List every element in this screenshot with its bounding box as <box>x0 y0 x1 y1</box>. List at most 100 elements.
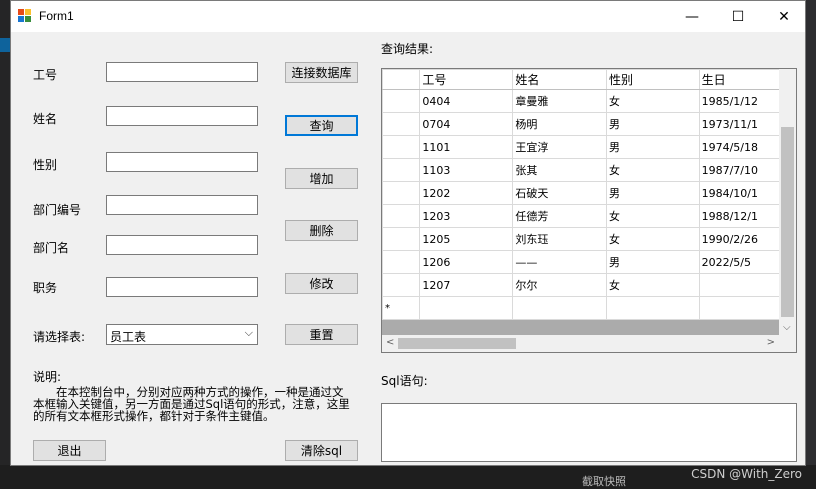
cell-gender[interactable]: 女 <box>606 204 700 228</box>
sql-label: Sql语句: <box>381 374 428 388</box>
app-icon <box>18 9 32 23</box>
modify-button[interactable]: 修改 <box>285 273 358 294</box>
cell-name[interactable] <box>512 296 608 320</box>
cell-name[interactable]: 王宜淳 <box>512 135 608 159</box>
background-snapshot-text: 截取快照 <box>582 475 626 488</box>
cell-emp-id[interactable]: 1101 <box>419 135 514 159</box>
row-header[interactable] <box>382 89 421 113</box>
column-header-gender[interactable]: 性别 <box>606 69 700 90</box>
cell-emp-id[interactable]: 0404 <box>419 89 514 113</box>
note-body: 在本控制台中，分别对应两种方式的操作，一种是通过文本框输入关键值，另一方面是通过… <box>33 385 350 423</box>
cell-name[interactable]: 章曼雅 <box>512 89 608 113</box>
row-header[interactable] <box>382 250 421 274</box>
cell-gender[interactable]: 女 <box>606 273 700 297</box>
column-header-emp-id[interactable]: 工号 <box>419 69 514 90</box>
position-label: 职务 <box>33 281 58 295</box>
row-header[interactable] <box>382 273 421 297</box>
cell-name[interactable]: 任德芳 <box>512 204 608 228</box>
row-header-corner <box>382 69 421 90</box>
cell-emp-id[interactable]: 1202 <box>419 181 514 205</box>
table-select-label: 请选择表: <box>33 330 86 344</box>
table-row[interactable]: 1207 尔尔女 <box>382 273 796 297</box>
cell-name[interactable]: 张其 <box>512 158 608 182</box>
cell-emp-id[interactable]: 0704 <box>419 112 514 136</box>
scroll-left-arrow-icon[interactable]: < <box>386 337 394 348</box>
cell-gender[interactable]: 男 <box>606 181 700 205</box>
cell-gender[interactable]: 女 <box>606 227 700 251</box>
form-window: Form1 — ☐ ✕ 工号 姓名 性别 部门编号 部门名 职务 请选择表: 员… <box>10 0 806 466</box>
results-table: 工号 姓名 性别 生日 0404 章曼雅女 1985/1/12 0704 杨明男 1973… <box>382 69 796 320</box>
results-label: 查询结果: <box>381 42 434 56</box>
exit-button[interactable]: 退出 <box>33 440 106 461</box>
cell-emp-id[interactable]: 1206 <box>419 250 514 274</box>
sql-input[interactable] <box>381 403 797 462</box>
cell-emp-id[interactable]: 1103 <box>419 158 514 182</box>
gender-label: 性别 <box>33 158 58 172</box>
cell-gender[interactable] <box>606 296 700 320</box>
connect-db-button[interactable]: 连接数据库 <box>285 62 358 83</box>
row-header[interactable] <box>382 204 421 228</box>
dept-id-input[interactable] <box>106 195 258 215</box>
emp-id-input[interactable] <box>106 62 258 82</box>
table-row[interactable]: 1203 任德芳女 1988/12/1 <box>382 204 796 228</box>
cell-name[interactable]: —— <box>512 250 608 274</box>
new-row[interactable]: * <box>382 296 796 320</box>
add-button[interactable]: 增加 <box>285 168 358 189</box>
row-header[interactable] <box>382 135 421 159</box>
row-header[interactable] <box>382 227 421 251</box>
close-button[interactable]: ✕ <box>761 1 807 32</box>
grid-vertical-scrollbar[interactable]: ⌵ <box>779 69 796 335</box>
instructions-note: 说明: 在本控制台中，分别对应两种方式的操作，一种是通过文本框输入关键值，另一方… <box>33 371 353 422</box>
cell-name[interactable]: 尔尔 <box>512 273 608 297</box>
cell-name[interactable]: 石破天 <box>512 181 608 205</box>
background-ide-left-strip <box>0 0 10 489</box>
cell-gender[interactable]: 男 <box>606 112 700 136</box>
table-row[interactable]: 1205 刘东珏女 1990/2/26 <box>382 227 796 251</box>
table-row[interactable]: 1101 王宜淳男 1974/5/18 <box>382 135 796 159</box>
window-title: Form1 <box>39 9 74 23</box>
results-datagrid[interactable]: 工号 姓名 性别 生日 0404 章曼雅女 1985/1/12 0704 杨明男 1973… <box>381 68 797 353</box>
grid-horizontal-scrollbar[interactable]: < > <box>382 335 781 352</box>
scroll-right-arrow-icon[interactable]: > <box>767 337 775 348</box>
delete-button[interactable]: 删除 <box>285 220 358 241</box>
cell-gender[interactable]: 男 <box>606 250 700 274</box>
table-row[interactable]: 1206 —— 男 2022/5/5 <box>382 250 796 274</box>
table-row[interactable]: 0704 杨明男 1973/11/1 <box>382 112 796 136</box>
table-row[interactable]: 1202 石破天男 1984/10/1 <box>382 181 796 205</box>
dept-id-label: 部门编号 <box>33 203 82 217</box>
cell-emp-id[interactable]: 1207 <box>419 273 514 297</box>
column-header-name[interactable]: 姓名 <box>512 69 608 90</box>
horizontal-scroll-thumb[interactable] <box>398 338 516 349</box>
table-select-value: 员工表 <box>110 330 147 344</box>
cell-name[interactable]: 刘东珏 <box>512 227 608 251</box>
row-header[interactable] <box>382 158 421 182</box>
table-select-dropdown[interactable]: 员工表 ⌵ <box>106 324 258 345</box>
cell-emp-id[interactable]: 1205 <box>419 227 514 251</box>
position-input[interactable] <box>106 277 258 297</box>
dept-name-input[interactable] <box>106 235 258 255</box>
cell-gender[interactable]: 女 <box>606 158 700 182</box>
name-input[interactable] <box>106 106 258 126</box>
vertical-scroll-thumb[interactable] <box>781 127 794 317</box>
dept-name-label: 部门名 <box>33 241 70 255</box>
emp-id-label: 工号 <box>33 68 58 82</box>
row-header[interactable] <box>382 181 421 205</box>
scroll-down-arrow-icon[interactable]: ⌵ <box>783 322 791 333</box>
background-ide-tab-accent <box>0 38 10 52</box>
cell-emp-id[interactable] <box>419 296 514 320</box>
table-row[interactable]: 0404 章曼雅女 1985/1/12 <box>382 89 796 113</box>
cell-gender[interactable]: 女 <box>606 89 700 113</box>
clear-sql-button[interactable]: 清除sql <box>285 440 358 461</box>
cell-emp-id[interactable]: 1203 <box>419 204 514 228</box>
row-header[interactable] <box>382 112 421 136</box>
gender-input[interactable] <box>106 152 258 172</box>
table-row[interactable]: 1103 张其女 1987/7/10 <box>382 158 796 182</box>
new-row-marker: * <box>382 296 421 320</box>
reset-button[interactable]: 重置 <box>285 324 358 345</box>
cell-gender[interactable]: 男 <box>606 135 700 159</box>
maximize-button[interactable]: ☐ <box>715 1 761 32</box>
query-button[interactable]: 查询 <box>285 115 358 136</box>
title-bar[interactable]: Form1 — ☐ ✕ <box>11 1 805 32</box>
minimize-button[interactable]: — <box>669 1 715 32</box>
cell-name[interactable]: 杨明 <box>512 112 608 136</box>
